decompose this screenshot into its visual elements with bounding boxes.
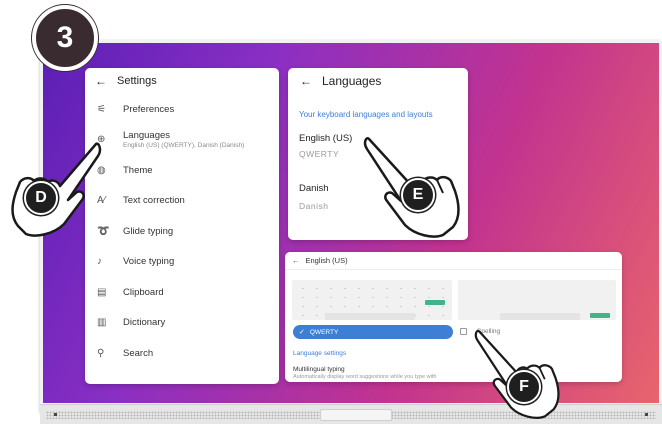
settings-panel: ← Settings ⚟ Preferences ⊕ Languages English…	[85, 68, 279, 384]
settings-item-text: Voice typing	[123, 256, 174, 267]
callout-badge-e: E	[401, 178, 435, 212]
settings-item-text: Glide typing	[123, 226, 173, 237]
keyboard-panel-header: ← English (US)	[285, 252, 622, 270]
bezel-indicator-right	[645, 413, 648, 416]
settings-header: ← Settings	[85, 68, 279, 94]
back-arrow-icon[interactable]: ←	[292, 256, 300, 265]
settings-item-theme[interactable]: ◍ Theme	[85, 155, 279, 186]
book-icon: ▥	[97, 317, 107, 329]
settings-item-dictionary[interactable]: ▥ Dictionary	[85, 308, 279, 339]
settings-item-text: Dictionary	[123, 317, 165, 328]
language-settings-link[interactable]: Language settings	[293, 350, 346, 357]
settings-list: ⚟ Preferences ⊕ Languages English (US) (QWER…	[85, 94, 279, 369]
settings-item-subtitle: English (US) (QWERTY), Danish (Danish)	[123, 142, 245, 150]
space-bar	[325, 313, 415, 320]
checkmark-icon: ✓	[299, 329, 305, 336]
settings-item-text: Theme	[123, 165, 153, 176]
settings-item-label: Search	[123, 347, 154, 359]
settings-item-search[interactable]: ⚲ Search	[85, 338, 279, 369]
callout-badge-f: F	[507, 370, 541, 404]
settings-item-text: Preferences	[123, 104, 174, 115]
tutorial-illustration: 3 ← Settings ⚟ Preferences ⊕ Languages Engli…	[0, 0, 662, 429]
settings-item-label: Glide typing	[123, 225, 174, 237]
settings-item-voice-typing[interactable]: ♪ Voice typing	[85, 247, 279, 278]
back-arrow-icon[interactable]: ←	[300, 74, 312, 88]
display-bezel	[40, 404, 662, 424]
settings-item-text: Languages English (US) (QWERTY), Danish (…	[123, 130, 244, 149]
settings-item-label: Voice typing	[123, 256, 175, 268]
languages-title: Languages	[322, 74, 382, 88]
settings-item-label: Preferences	[123, 103, 175, 115]
settings-item-text: Search	[123, 348, 153, 359]
back-arrow-icon[interactable]: ←	[95, 74, 109, 88]
keyboard-languages-heading: Your keyboard languages and layouts	[299, 110, 433, 119]
enter-key	[425, 300, 445, 305]
settings-title: Settings	[117, 75, 157, 87]
step-badge: 3	[32, 5, 98, 71]
mic-icon: ♪	[97, 256, 102, 268]
bezel-indicator-left	[54, 413, 57, 416]
front-buttons	[320, 409, 392, 421]
multilingual-typing-title[interactable]: Multilingual typing	[293, 366, 345, 373]
callout-badge-d: D	[24, 181, 58, 215]
keyboard-layout-panel: ← English (US) ✓ QWERTY Spelling Languag…	[285, 252, 622, 382]
settings-item-languages[interactable]: ⊕ Languages English (US) (QWERTY), Danish …	[85, 125, 279, 156]
selected-layout-label: QWERTY	[309, 328, 339, 336]
languages-header: ← Languages	[288, 68, 468, 94]
settings-item-label: Theme	[123, 164, 153, 176]
selected-layout-chip[interactable]: ✓ QWERTY	[293, 325, 453, 339]
settings-item-label: Languages	[123, 130, 171, 142]
clipboard-icon: ▤	[97, 286, 107, 298]
search-icon: ⚲	[97, 347, 105, 359]
settings-item-glide-typing[interactable]: ➰ Glide typing	[85, 216, 279, 247]
settings-item-preferences[interactable]: ⚟ Preferences	[85, 94, 279, 125]
multilingual-typing-description: Automatically display word suggestions w…	[293, 374, 437, 380]
checkbox[interactable]	[460, 328, 467, 335]
space-bar	[500, 313, 580, 320]
settings-item-label: Dictionary	[123, 317, 166, 329]
settings-item-text: Text correction	[123, 195, 185, 206]
settings-item-text-correction[interactable]: A⁄ Text correction	[85, 186, 279, 217]
settings-item-label: Clipboard	[123, 286, 164, 298]
settings-item-text: Clipboard	[123, 287, 164, 298]
sliders-icon: ⚟	[97, 103, 106, 115]
keyboard-panel-title: English (US)	[305, 256, 348, 265]
settings-item-clipboard[interactable]: ▤ Clipboard	[85, 277, 279, 308]
settings-item-label: Text correction	[123, 195, 185, 207]
enter-key	[590, 313, 610, 318]
